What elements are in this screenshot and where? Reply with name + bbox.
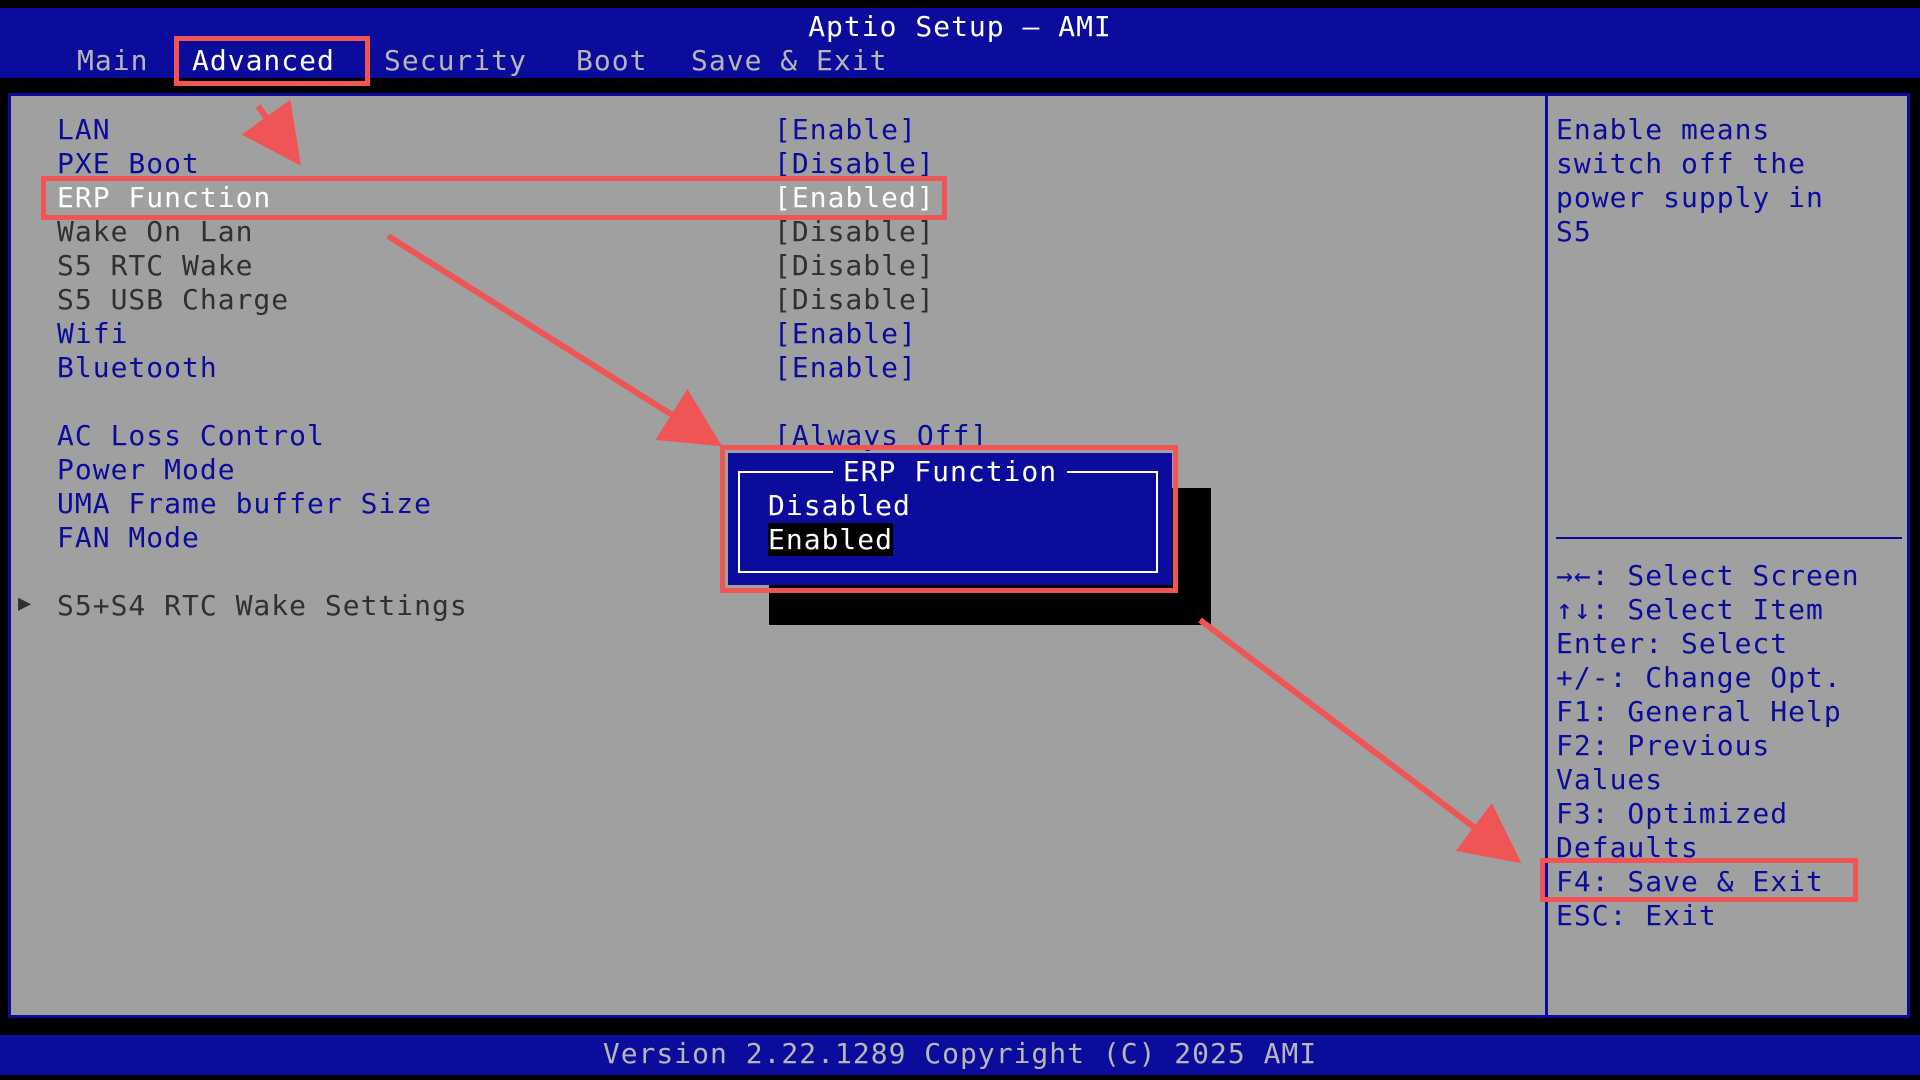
arrow-erp-to-popup-icon (386, 233, 723, 447)
annotation-arrows (241, 99, 1522, 864)
arrow-popup-to-f4-icon (1198, 617, 1522, 864)
arrow-tab-to-erp-icon (241, 99, 302, 166)
